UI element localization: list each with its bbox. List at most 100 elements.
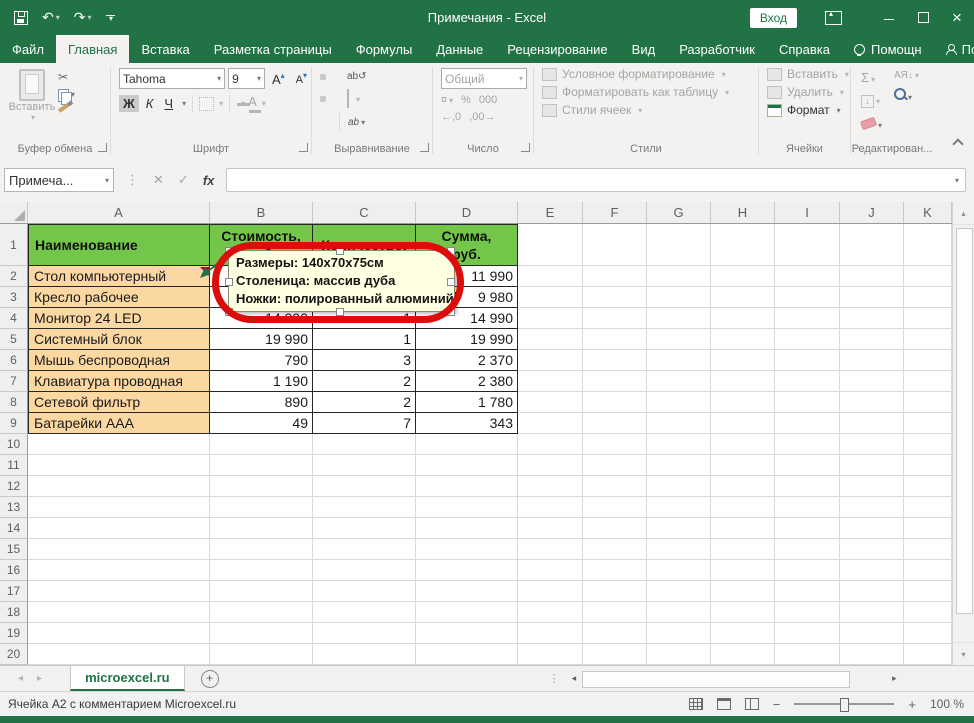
cell-K9[interactable] xyxy=(904,413,952,434)
clear-button[interactable]: ▾ xyxy=(861,115,882,133)
cell-C10[interactable] xyxy=(313,434,416,455)
cell-B12[interactable] xyxy=(210,476,313,497)
cell-C17[interactable] xyxy=(313,581,416,602)
cell-K14[interactable] xyxy=(904,518,952,539)
fill-button[interactable]: ↓▾ xyxy=(861,91,882,109)
cell-A12[interactable] xyxy=(28,476,210,497)
cell-K7[interactable] xyxy=(904,371,952,392)
cell-I7[interactable] xyxy=(775,371,840,392)
cell-H10[interactable] xyxy=(711,434,775,455)
cell-styles-button[interactable]: Стили ячеек▾ xyxy=(542,103,758,117)
cell-H17[interactable] xyxy=(711,581,775,602)
row-header-14[interactable]: 14 xyxy=(0,518,28,539)
cell-G17[interactable] xyxy=(647,581,711,602)
cancel-entry-button[interactable]: ✕ xyxy=(153,172,164,188)
cell-K10[interactable] xyxy=(904,434,952,455)
cell-J10[interactable] xyxy=(840,434,904,455)
cell-D5[interactable]: 19 990 xyxy=(416,329,518,350)
cell-E11[interactable] xyxy=(518,455,583,476)
cell-I17[interactable] xyxy=(775,581,840,602)
cell-F16[interactable] xyxy=(583,560,647,581)
tab-Поделиться[interactable]: Поделиться xyxy=(934,35,974,63)
selection-handle[interactable] xyxy=(447,247,455,255)
cell-C18[interactable] xyxy=(313,602,416,623)
cell-J14[interactable] xyxy=(840,518,904,539)
cell-G19[interactable] xyxy=(647,623,711,644)
zoom-slider-thumb[interactable] xyxy=(840,698,849,712)
cell-G6[interactable] xyxy=(647,350,711,371)
cell-E3[interactable] xyxy=(518,287,583,308)
cell-K5[interactable] xyxy=(904,329,952,350)
cell-G13[interactable] xyxy=(647,497,711,518)
tab-Справка[interactable]: Справка xyxy=(767,35,842,63)
accounting-format-button[interactable]: ¤▾ xyxy=(441,94,453,106)
cell-F2[interactable] xyxy=(583,266,647,287)
cell-K17[interactable] xyxy=(904,581,952,602)
number-format-dropdown-icon[interactable]: ▾ xyxy=(519,74,523,83)
page-break-view-button[interactable] xyxy=(745,698,759,710)
row-header-13[interactable]: 13 xyxy=(0,497,28,518)
save-button[interactable] xyxy=(14,11,28,25)
italic-button[interactable]: К xyxy=(142,95,158,112)
cell-H8[interactable] xyxy=(711,392,775,413)
tab-Формулы[interactable]: Формулы xyxy=(344,35,425,63)
borders-icon[interactable] xyxy=(199,97,214,111)
cell-A7[interactable]: Клавиатура проводная xyxy=(28,371,210,392)
tab-Помощн[interactable]: Помощн xyxy=(842,35,934,63)
cell-J13[interactable] xyxy=(840,497,904,518)
cell-F3[interactable] xyxy=(583,287,647,308)
cell-E4[interactable] xyxy=(518,308,583,329)
row-header-19[interactable]: 19 xyxy=(0,623,28,644)
cell-J16[interactable] xyxy=(840,560,904,581)
column-header-K[interactable]: K xyxy=(904,202,952,223)
cell-K11[interactable] xyxy=(904,455,952,476)
cell-J4[interactable] xyxy=(840,308,904,329)
column-header-H[interactable]: H xyxy=(711,202,775,223)
row-header-17[interactable]: 17 xyxy=(0,581,28,602)
alignment-dialog-launcher-icon[interactable] xyxy=(420,143,429,152)
cell-G8[interactable] xyxy=(647,392,711,413)
cell-E17[interactable] xyxy=(518,581,583,602)
cell-H3[interactable] xyxy=(711,287,775,308)
sheet-nav-right-icon[interactable]: ▸ xyxy=(37,673,42,684)
zoom-out-button[interactable]: − xyxy=(773,697,781,712)
cell-A6[interactable]: Мышь беспроводная xyxy=(28,350,210,371)
cell-G3[interactable] xyxy=(647,287,711,308)
cell-K2[interactable] xyxy=(904,266,952,287)
tab-Вид[interactable]: Вид xyxy=(620,35,668,63)
cell-C14[interactable] xyxy=(313,518,416,539)
redo-dropdown-icon[interactable]: ▾ xyxy=(87,13,91,22)
close-button[interactable]: × xyxy=(940,8,974,28)
cell-F7[interactable] xyxy=(583,371,647,392)
find-select-button[interactable]: ▾ xyxy=(894,87,919,105)
cell-I16[interactable] xyxy=(775,560,840,581)
cell-F19[interactable] xyxy=(583,623,647,644)
selection-handle[interactable] xyxy=(447,308,455,316)
cell-I1[interactable] xyxy=(775,224,840,266)
tab-Главная[interactable]: Главная xyxy=(56,35,129,63)
cell-C13[interactable] xyxy=(313,497,416,518)
minimize-button[interactable] xyxy=(872,10,906,26)
cell-H15[interactable] xyxy=(711,539,775,560)
select-all-button[interactable] xyxy=(0,202,28,223)
align-left-button[interactable] xyxy=(320,96,326,102)
wrap-text-button[interactable]: ab▾ xyxy=(345,114,368,131)
cut-button[interactable]: ✂ xyxy=(58,70,75,84)
cell-B6[interactable]: 790 xyxy=(210,350,313,371)
cell-F4[interactable] xyxy=(583,308,647,329)
cell-D12[interactable] xyxy=(416,476,518,497)
cell-J15[interactable] xyxy=(840,539,904,560)
cell-F9[interactable] xyxy=(583,413,647,434)
cell-D17[interactable] xyxy=(416,581,518,602)
cell-I5[interactable] xyxy=(775,329,840,350)
horizontal-scrollbar-thumb[interactable] xyxy=(582,671,850,688)
cell-J18[interactable] xyxy=(840,602,904,623)
row-header-15[interactable]: 15 xyxy=(0,539,28,560)
cell-F17[interactable] xyxy=(583,581,647,602)
percent-style-button[interactable]: % xyxy=(461,94,471,106)
cell-I13[interactable] xyxy=(775,497,840,518)
cell-E19[interactable] xyxy=(518,623,583,644)
cell-C19[interactable] xyxy=(313,623,416,644)
column-header-A[interactable]: A xyxy=(28,202,210,223)
underline-button[interactable]: Ч xyxy=(160,95,177,112)
